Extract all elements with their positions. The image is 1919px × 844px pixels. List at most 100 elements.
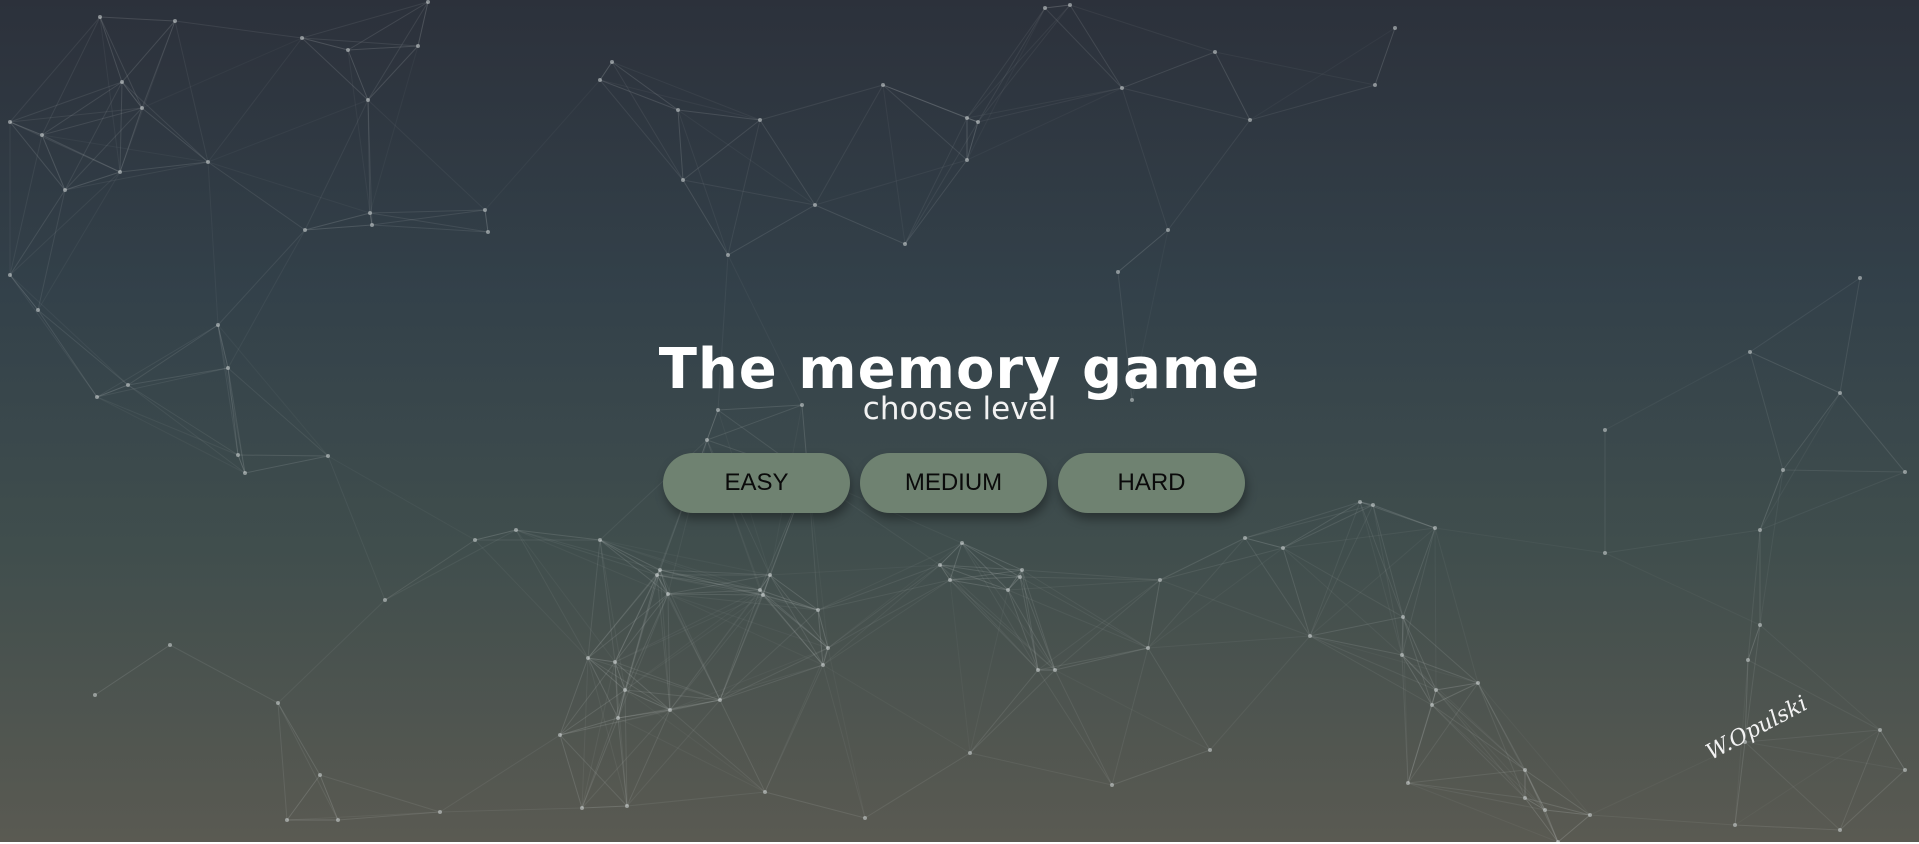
easy-level-button[interactable]: EASY [663,453,850,513]
network-link [1401,527,1436,656]
network-link [99,16,176,22]
network-link [614,593,669,663]
network-link [1007,589,1149,649]
network-node [658,568,662,572]
choose-level-label: choose level [862,391,1057,427]
network-link [1435,689,1526,771]
network-node [666,592,670,596]
network-link [599,61,613,81]
network-link [669,664,824,711]
network-link [882,84,968,161]
network-node [813,203,817,207]
network-link [1744,741,1841,831]
network-link [626,699,721,807]
network-link [1007,569,1023,591]
network-node [968,751,972,755]
network-node [1120,86,1124,90]
network-link [626,709,671,807]
network-node [63,188,67,192]
network-link [969,669,1039,754]
network-link [969,669,1056,754]
network-link [1111,749,1211,786]
network-node [616,716,620,720]
network-node [763,790,767,794]
network-node [816,608,820,612]
network-node [1781,468,1785,472]
network-node [1838,828,1842,832]
network-node [976,120,980,124]
network-node [1400,653,1404,657]
network-link [327,455,386,601]
network-link [969,752,1113,786]
network-node [318,773,322,777]
network-link [677,109,684,181]
network-link [1054,647,1149,671]
network-link [961,542,1023,571]
network-link [1282,527,1436,549]
network-link [1121,51,1216,89]
network-node [483,208,487,212]
network-link [1839,729,1881,831]
network-link [301,37,369,101]
network-link [41,134,121,173]
network-link [1407,782,1526,799]
network-node [1018,575,1022,579]
network-link [217,229,306,326]
network-link [347,1,429,51]
network-node [438,810,442,814]
network-link [301,37,419,47]
network-node [1758,623,1762,627]
network-link [1431,704,1546,811]
network-link [277,702,321,776]
network-node [761,593,765,597]
network-link [1214,51,1251,121]
network-link [371,224,489,233]
network-node [598,538,602,542]
network-node [1588,813,1592,817]
network-link [626,791,766,807]
hard-level-button[interactable]: HARD [1058,453,1245,513]
network-link [1147,579,1161,649]
network-link [41,81,123,136]
network-link [822,579,951,666]
network-link [599,539,616,663]
network-link [1249,27,1396,121]
network-link [904,159,968,245]
network-node [1043,6,1047,10]
network-link [677,109,729,256]
network-link [327,455,476,541]
network-link [304,99,369,231]
network-link [1037,647,1149,671]
network-link [599,539,658,576]
network-link [1044,4,1071,9]
network-link [559,657,589,736]
network-link [1309,616,1404,637]
network-link [1309,635,1433,706]
network-link [969,589,1009,754]
network-node [1434,688,1438,692]
network-link [174,20,303,39]
network-link [319,774,441,813]
medium-level-button[interactable]: MEDIUM [860,453,1047,513]
network-link [759,119,816,206]
network-link [237,454,329,457]
network-link [1019,576,1149,649]
network-node [1523,796,1527,800]
network-node [938,563,942,567]
network-link [949,579,971,754]
network-link [347,45,419,51]
network-link [1435,689,1526,799]
network-link [1401,616,1404,656]
network-node [93,693,97,697]
network-node [1068,3,1072,7]
network-node [1406,781,1410,785]
network-link [1734,824,1841,831]
network-link [827,647,866,819]
network-link [99,16,123,83]
network-link [599,79,684,181]
network-link [41,134,66,191]
network-link [614,594,764,663]
network-node [1430,703,1434,707]
network-link [581,805,628,809]
network-node [98,15,102,19]
